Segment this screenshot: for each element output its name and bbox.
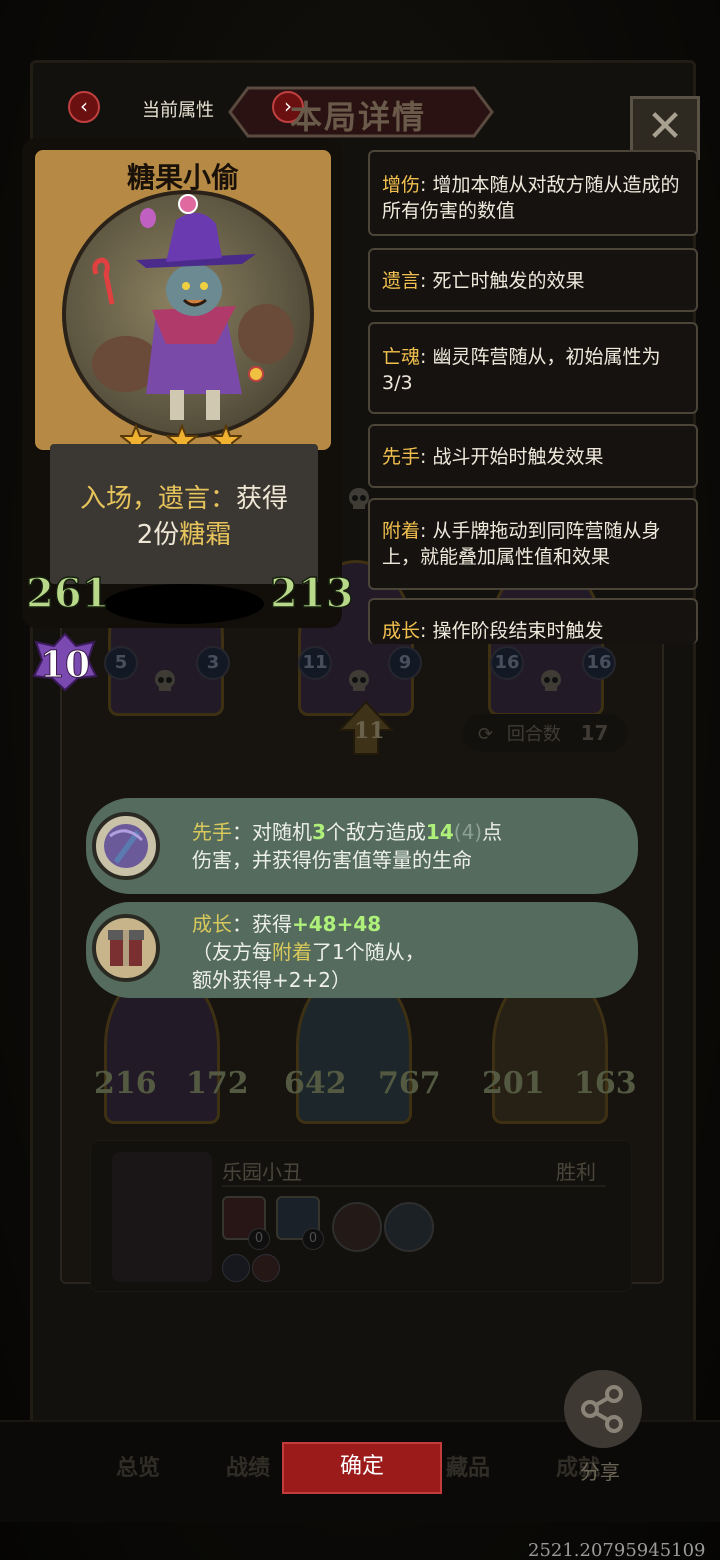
- opponent-minion-count: 0: [302, 1228, 324, 1250]
- card-attack: 261: [25, 569, 110, 618]
- round-counter: ⟳ 回合数 17: [462, 714, 628, 752]
- keyword-text: : 从手牌拖动到同阵营随从身上，就能叠加属性值和效果: [382, 520, 661, 568]
- level-number: 10: [39, 644, 91, 687]
- team-card-health: 172: [186, 1066, 249, 1101]
- keyword-panel: 附着: 从手牌拖动到同阵营随从身上，就能叠加属性值和效果: [368, 498, 698, 590]
- opponent-avatar: [112, 1152, 212, 1282]
- battle-result: 胜利: [556, 1160, 596, 1184]
- team-card-attack: 216: [94, 1066, 157, 1101]
- skull-icon: [349, 670, 369, 691]
- skill-icon-initiative: [92, 812, 160, 880]
- keyword-item: 糖霜: [179, 520, 232, 550]
- game-screen: 5 3 11 9 16 16 11 ⟳ 回合数 17 216 172 642 7…: [0, 0, 720, 1560]
- opponent-name: 乐园小丑: [222, 1160, 302, 1184]
- turn-number: 11: [354, 718, 385, 744]
- skill-icon-growth: [92, 914, 160, 982]
- team-card-health: 163: [574, 1066, 637, 1101]
- round-label: 回合数: [506, 724, 561, 745]
- keyword-panel: 亡魂: 幽灵阵营随从，初始属性为3/3: [368, 322, 698, 414]
- skill-text-initiative: 先手：对随机3个敌方造成14(4)点 伤害，并获得伤害值等量的生命: [192, 820, 503, 872]
- opponent-spell-icon: [332, 1202, 382, 1252]
- opponent-item-icon: [252, 1254, 280, 1282]
- card-health: 213: [269, 569, 354, 618]
- keyword-panel: 成长: 操作阶段结束时触发: [368, 598, 698, 644]
- card-shadow: [104, 584, 264, 624]
- keyword-name: 先手: [382, 446, 421, 468]
- keyword-panel: 先手: 战斗开始时触发效果: [368, 424, 698, 488]
- refresh-icon: ⟳: [478, 724, 494, 745]
- keyword-panel: 遗言: 死亡时触发的效果: [368, 248, 698, 312]
- keyword-text: : 操作阶段结束时触发: [420, 620, 604, 642]
- keyword-panel: 增伤: 增加本随从对敌方随从造成的所有伤害的数值: [368, 150, 698, 236]
- team-card-stat: 3: [196, 646, 230, 680]
- skill-text-growth: 成长：获得+48+48 （友方每附着了1个随从， 额外获得+2+2）: [192, 912, 425, 992]
- team-card-stat: 16: [582, 646, 616, 680]
- round-count: 17: [580, 721, 609, 745]
- team-card-stat: 11: [298, 646, 332, 680]
- opponent-spell-icon: [384, 1202, 434, 1252]
- keyword-text: : 幽灵阵营随从，初始属性为3/3: [382, 346, 661, 394]
- share-button[interactable]: [564, 1370, 642, 1448]
- keyword-text: : 死亡时触发的效果: [420, 270, 585, 292]
- build-version: 2521.20795945109: [528, 1540, 706, 1560]
- keyword-name: 增伤: [382, 174, 421, 196]
- keyword-battlecry: 入场，遗言：: [79, 484, 236, 514]
- keyword-text: : 战斗开始时触发效果: [420, 446, 604, 468]
- divider: [222, 1185, 606, 1187]
- keyword-name: 遗言: [382, 270, 421, 292]
- card-description-line1: 入场，遗言：获得: [50, 478, 318, 515]
- opponent-minion-count: 0: [248, 1228, 270, 1250]
- tab-collection[interactable]: 藏品: [446, 1450, 490, 1482]
- team-card-attack: 201: [482, 1066, 545, 1101]
- skull-icon: [155, 670, 175, 691]
- description-text: 2份: [136, 520, 180, 550]
- tab-overview[interactable]: 总览: [116, 1450, 160, 1482]
- confirm-button[interactable]: 确定: [282, 1442, 442, 1494]
- team-card-attack: 642: [284, 1066, 347, 1101]
- team-card-health: 767: [378, 1066, 441, 1101]
- card-portrait: [62, 190, 314, 438]
- description-text: 获得: [236, 484, 289, 514]
- team-card-stat: 5: [104, 646, 138, 680]
- candy-thief-portrait: [92, 194, 294, 420]
- skull-icon: [541, 670, 561, 691]
- dagger-spell-icon: [104, 824, 148, 868]
- gift-spell-icon: [108, 930, 144, 966]
- team-card-stat: 9: [388, 646, 422, 680]
- keyword-name: 亡魂: [382, 346, 421, 368]
- page-title: 本局详情: [290, 98, 427, 136]
- prev-arrow-button[interactable]: ‹: [68, 91, 100, 123]
- share-icon: [581, 1385, 623, 1433]
- keyword-name: 成长: [382, 620, 421, 642]
- keyword-name: 附着: [382, 520, 421, 542]
- team-card-stat: 16: [490, 646, 524, 680]
- card-description-line2: 2份糖霜: [50, 514, 318, 551]
- share-label[interactable]: 分享: [580, 1456, 620, 1485]
- opponent-item-icon: [222, 1254, 250, 1282]
- tab-record[interactable]: 战绩: [226, 1450, 270, 1482]
- keyword-text: : 增加本随从对敌方随从造成的所有伤害的数值: [382, 174, 680, 222]
- tab-current-attributes[interactable]: 当前属性: [142, 96, 214, 122]
